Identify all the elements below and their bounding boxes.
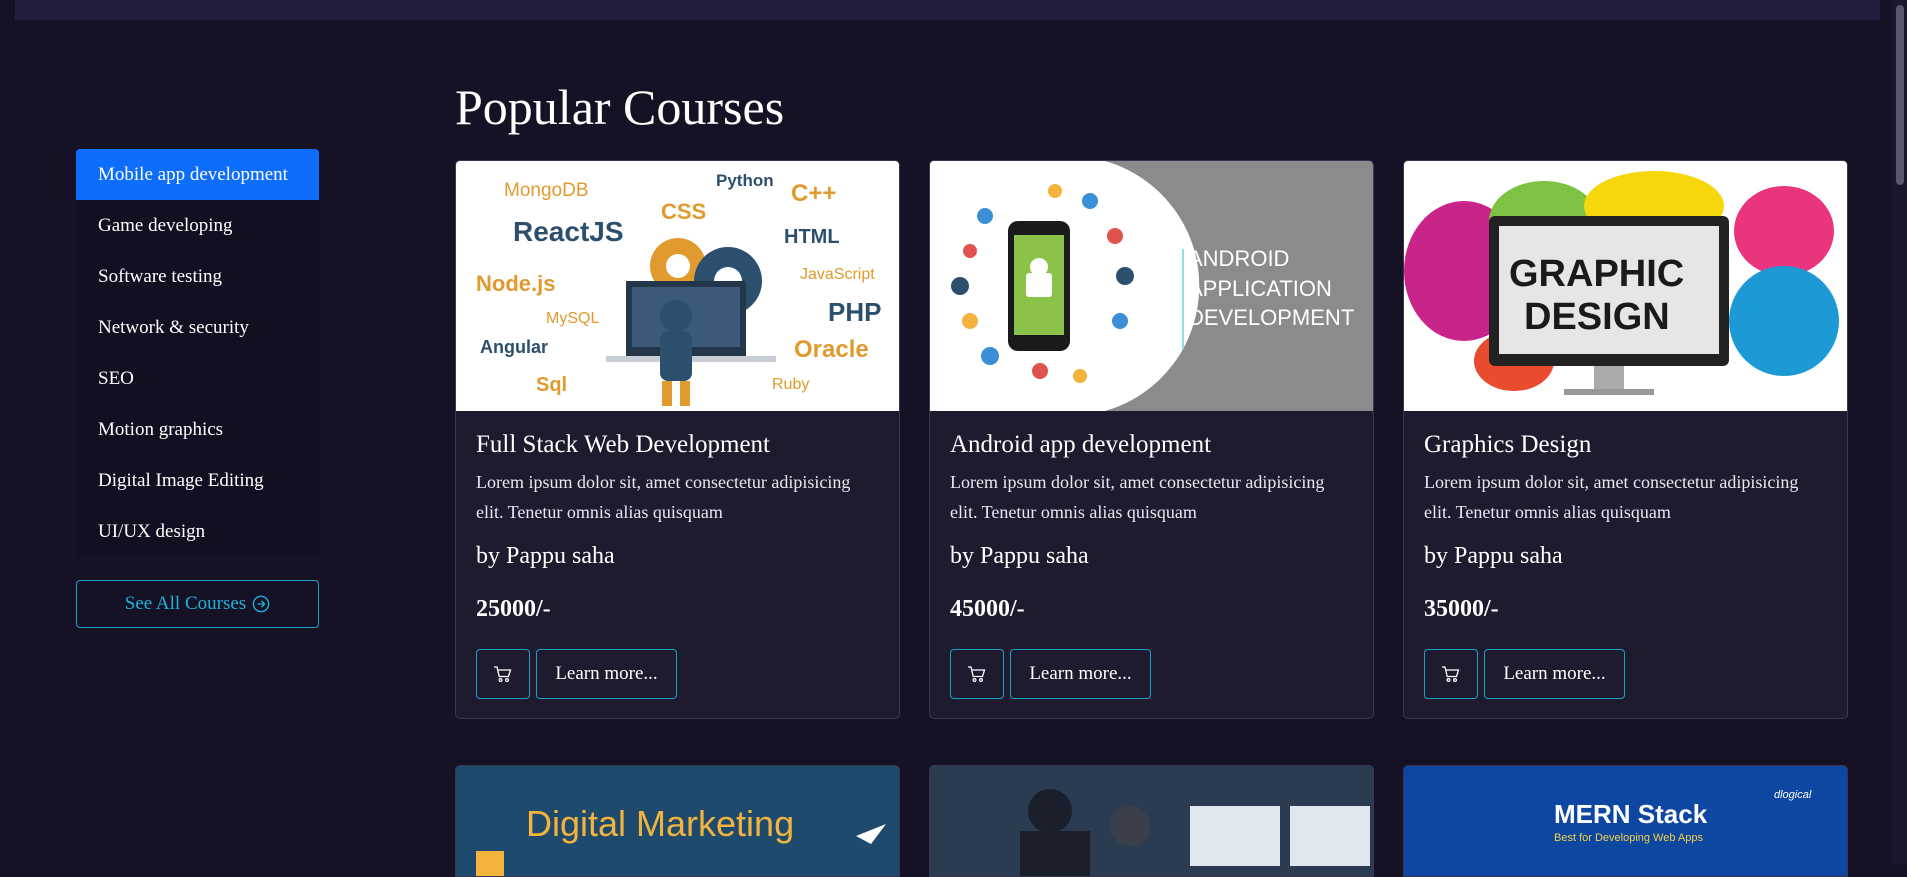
- course-author: by Pappu saha: [950, 543, 1089, 569]
- course-description: Lorem ipsum dolor sit, amet consectetur …: [476, 472, 851, 522]
- network-illustration: [930, 766, 1373, 876]
- fullstack-illustration: MongoDB Python C++ ReactJS CSS HTML Java…: [476, 171, 881, 406]
- svg-text:MySQL: MySQL: [546, 310, 599, 327]
- see-all-courses-button[interactable]: See All Courses: [76, 580, 319, 628]
- mern-illustration: MERN Stack Best for Developing Web Apps …: [1554, 789, 1812, 844]
- svg-text:Angular: Angular: [480, 337, 548, 357]
- course-card: ANDROID APPLICATION DEVELOPMENT Android …: [929, 160, 1374, 719]
- course-title: Graphics Design: [1424, 431, 1592, 458]
- learn-more-button[interactable]: Learn more...: [1010, 649, 1151, 699]
- sidebar-item-software-testing[interactable]: Software testing: [76, 251, 319, 302]
- svg-text:JavaScript: JavaScript: [800, 266, 875, 283]
- svg-text:ANDROID: ANDROID: [1188, 246, 1289, 271]
- svg-text:Ruby: Ruby: [772, 376, 809, 393]
- course-card: MongoDB Python C++ ReactJS CSS HTML Java…: [455, 160, 900, 719]
- course-author: by Pappu saha: [1424, 543, 1563, 569]
- see-all-label: See All Courses: [124, 593, 247, 614]
- digital-marketing-illustration: Digital Marketing: [476, 803, 886, 876]
- svg-text:MERN Stack: MERN Stack: [1554, 799, 1708, 829]
- course-price: 45000/-: [950, 596, 1025, 622]
- sidebar-item-motion-graphics[interactable]: Motion graphics: [76, 404, 319, 455]
- scrollbar-thumb[interactable]: [1896, 5, 1904, 185]
- sidebar-item-network-security[interactable]: Network & security: [76, 302, 319, 353]
- course-description: Lorem ipsum dolor sit, amet consectetur …: [1424, 472, 1799, 522]
- graphic-design-illustration: GRAPHIC DESIGN: [1404, 171, 1839, 395]
- course-author: by Pappu saha: [476, 543, 615, 569]
- add-to-cart-button[interactable]: [1424, 649, 1478, 699]
- top-navbar: [15, 0, 1880, 20]
- svg-text:Node.js: Node.js: [476, 271, 555, 296]
- course-image-mern: MERN Stack Best for Developing Web Apps …: [1403, 765, 1848, 877]
- course-title: Android app development: [950, 431, 1212, 458]
- svg-text:CSS: CSS: [661, 199, 706, 224]
- course-image-network: [929, 765, 1374, 877]
- svg-text:C++: C++: [791, 180, 836, 207]
- svg-text:dlogical: dlogical: [1774, 789, 1812, 801]
- svg-text:Oracle: Oracle: [794, 336, 869, 363]
- svg-text:PHP: PHP: [828, 297, 881, 327]
- svg-text:HTML: HTML: [784, 226, 840, 248]
- svg-text:MongoDB: MongoDB: [504, 180, 589, 201]
- svg-text:Python: Python: [716, 171, 774, 190]
- course-title: Full Stack Web Development: [476, 431, 771, 458]
- svg-text:Sql: Sql: [536, 374, 567, 396]
- sidebar-item-mobile-app[interactable]: Mobile app development: [76, 149, 319, 200]
- cart-icon: [494, 666, 512, 683]
- cart-icon: [968, 666, 986, 683]
- course-price: 35000/-: [1424, 596, 1499, 622]
- android-illustration: ANDROID APPLICATION DEVELOPMENT: [930, 161, 1354, 411]
- course-image-android: ANDROID APPLICATION DEVELOPMENT: [930, 161, 1373, 411]
- svg-text:ReactJS: ReactJS: [513, 216, 624, 247]
- add-to-cart-button[interactable]: [950, 649, 1004, 699]
- course-price: 25000/-: [476, 596, 551, 622]
- page-title: Popular Courses: [455, 79, 785, 135]
- sidebar-item-image-editing[interactable]: Digital Image Editing: [76, 455, 319, 506]
- sidebar-item-uiux[interactable]: UI/UX design: [76, 506, 319, 557]
- svg-text:GRAPHIC: GRAPHIC: [1509, 253, 1684, 295]
- svg-text:Digital Marketing: Digital Marketing: [526, 803, 794, 844]
- sidebar-item-game[interactable]: Game developing: [76, 200, 319, 251]
- sidebar-item-seo[interactable]: SEO: [76, 353, 319, 404]
- learn-more-button[interactable]: Learn more...: [1484, 649, 1625, 699]
- course-card: GRAPHIC DESIGN Graphics Design Lorem ips…: [1403, 160, 1848, 719]
- course-image-digital-marketing: Digital Marketing: [455, 765, 900, 877]
- svg-text:APPLICATION: APPLICATION: [1188, 276, 1332, 301]
- svg-text:DESIGN: DESIGN: [1524, 296, 1670, 338]
- svg-text:Best for Developing Web Apps: Best for Developing Web Apps: [1554, 832, 1703, 844]
- cart-icon: [1442, 666, 1460, 683]
- add-to-cart-button[interactable]: [476, 649, 530, 699]
- svg-text:DEVELOPMENT: DEVELOPMENT: [1188, 305, 1354, 330]
- course-image-graphics: GRAPHIC DESIGN: [1404, 161, 1847, 411]
- scrollbar[interactable]: [1892, 0, 1907, 864]
- arrow-right-circle-icon: [252, 595, 270, 613]
- category-sidebar: Mobile app development Game developing S…: [76, 149, 319, 557]
- course-image-fullstack: MongoDB Python C++ ReactJS CSS HTML Java…: [456, 161, 899, 411]
- learn-more-button[interactable]: Learn more...: [536, 649, 677, 699]
- course-description: Lorem ipsum dolor sit, amet consectetur …: [950, 472, 1325, 522]
